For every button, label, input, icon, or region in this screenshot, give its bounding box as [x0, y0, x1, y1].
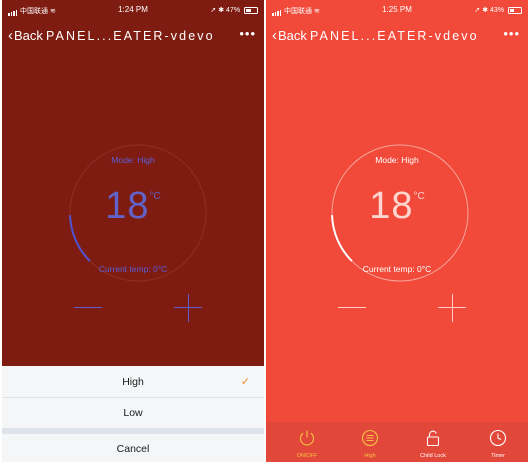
tab-on-off[interactable]: ON/OFF: [281, 422, 333, 462]
temperature-value: 18: [369, 185, 414, 227]
cancel-label: Cancel: [116, 443, 150, 455]
temperature-value: 18: [105, 185, 150, 227]
temperature-unit: °C: [413, 191, 425, 202]
lock-icon: [426, 430, 440, 447]
mode-label: Mode: High: [111, 155, 155, 165]
tab-label: ON/OFF: [296, 453, 318, 459]
minus-icon: [74, 307, 102, 308]
tab-label: Child Lock: [420, 453, 446, 459]
tab-mode-high[interactable]: High: [344, 422, 396, 462]
tab-label: High: [364, 453, 376, 459]
plus-icon-v: [187, 294, 189, 322]
minus-icon: [338, 307, 366, 308]
tab-timer[interactable]: Timer: [472, 422, 524, 462]
sheet-option-high[interactable]: High ✓: [2, 366, 264, 398]
mode-action-sheet: High ✓ Low Cancel: [2, 366, 264, 462]
temperature-dial[interactable]: [266, 0, 528, 462]
increase-temp-button[interactable]: [432, 290, 472, 326]
current-temperature: Current temp: 0°C: [362, 264, 432, 274]
mode-list-icon: [361, 429, 379, 447]
plus-icon-v: [451, 294, 453, 322]
option-label: Low: [123, 407, 143, 419]
mode-label: Mode: High: [375, 155, 419, 165]
sheet-cancel-button[interactable]: Cancel: [2, 434, 264, 462]
increase-temp-button[interactable]: [168, 290, 208, 326]
check-icon: ✓: [240, 376, 250, 388]
tab-label: Timer: [491, 453, 505, 459]
set-temperature: 18°C: [266, 185, 528, 228]
clock-icon: [489, 429, 507, 447]
bottom-tab-bar: ON/OFF High Child Lock Timer: [266, 422, 528, 462]
option-label: High: [122, 376, 144, 388]
set-temperature: 18°C: [2, 185, 264, 228]
tab-child-lock[interactable]: Child Lock: [407, 422, 459, 462]
sheet-option-low[interactable]: Low: [2, 398, 264, 428]
left-phone-screen: 中国联通 ≋ 1:24 PM ➚ ✱ 47% ‹Back PANEL...EAT…: [2, 0, 264, 462]
decrease-temp-button[interactable]: [332, 290, 372, 326]
current-temperature: Current temp: 0°C: [98, 264, 168, 274]
decrease-temp-button[interactable]: [68, 290, 108, 326]
temperature-unit: °C: [149, 191, 161, 202]
right-phone-screen: 中国联通 ≋ 1:25 PM ➚ ✱ 43% ‹Back PANEL...EAT…: [266, 0, 528, 462]
power-icon: [299, 430, 315, 446]
